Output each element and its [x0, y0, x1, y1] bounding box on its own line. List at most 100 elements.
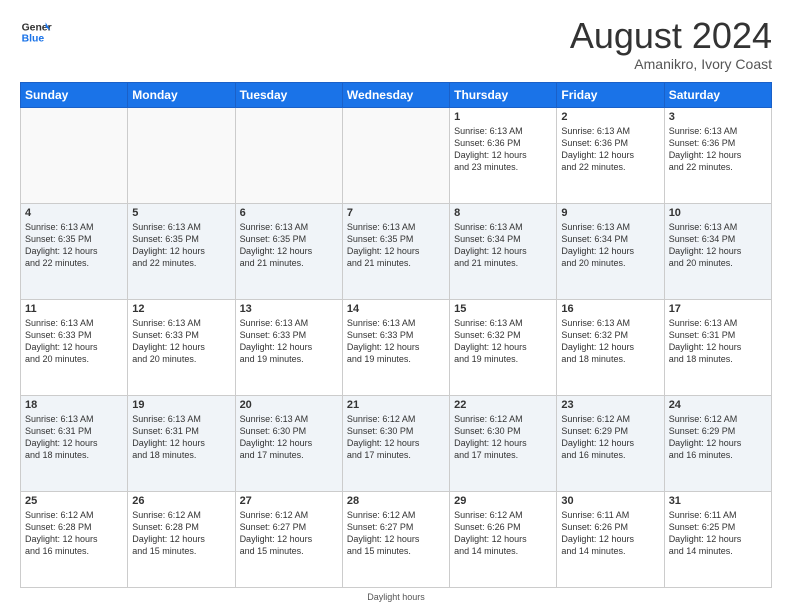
calendar-cell: 18Sunrise: 6:13 AM Sunset: 6:31 PM Dayli…	[21, 395, 128, 491]
day-number: 27	[240, 495, 338, 507]
day-info: Sunrise: 6:13 AM Sunset: 6:33 PM Dayligh…	[25, 317, 123, 366]
day-info: Sunrise: 6:12 AM Sunset: 6:27 PM Dayligh…	[347, 509, 445, 558]
calendar-cell: 22 Sunrise: 6:12 AM Sunset: 6:30 PM Dayli…	[450, 395, 557, 491]
calendar-cell: 6 Sunrise: 6:13 AM Sunset: 6:35 PM Daylig…	[235, 203, 342, 299]
day-info: Sunrise: 6:12 AM Sunset: 6:27 PM Dayligh…	[240, 509, 338, 558]
day-info: Sunrise: 6:13 AM Sunset: 6:33 PM Dayligh…	[132, 317, 230, 366]
calendar-cell: 14Sunrise: 6:13 AM Sunset: 6:33 PM Dayli…	[342, 299, 449, 395]
day-info: Sunrise: 6:11 AM Sunset: 6:26 PM Dayligh…	[561, 509, 659, 558]
day-number: 7	[347, 207, 445, 219]
day-info: Sunrise: 6:12 AM Sunset: 6:28 PM Dayligh…	[132, 509, 230, 558]
calendar-cell: 25 Sunrise: 6:12 AM Sunset: 6:28 PM Dayli…	[21, 491, 128, 587]
logo-icon: General Blue	[20, 16, 52, 48]
day-info: Sunrise: 6:12 AM Sunset: 6:30 PM Dayligh…	[454, 413, 552, 462]
footer: Daylight hours	[20, 592, 772, 602]
day-number: 22	[454, 399, 552, 411]
calendar-cell: 5Sunrise: 6:13 AM Sunset: 6:35 PM Daylig…	[128, 203, 235, 299]
calendar-cell: 1 Sunrise: 6:13 AM Sunset: 6:36 PM Daylig…	[450, 107, 557, 203]
day-number: 20	[240, 399, 338, 411]
calendar-cell: 21 Sunrise: 6:12 AM Sunset: 6:30 PM Dayli…	[342, 395, 449, 491]
calendar-cell: 2 Sunrise: 6:13 AM Sunset: 6:36 PM Daylig…	[557, 107, 664, 203]
subtitle: Amanikro, Ivory Coast	[570, 56, 772, 72]
day-header-saturday: Saturday	[664, 82, 771, 107]
day-number: 30	[561, 495, 659, 507]
day-number: 24	[669, 399, 767, 411]
day-info: Sunrise: 6:13 AM Sunset: 6:30 PM Dayligh…	[240, 413, 338, 462]
day-number: 26	[132, 495, 230, 507]
day-info: Sunrise: 6:13 AM Sunset: 6:31 PM Dayligh…	[132, 413, 230, 462]
calendar-cell: 8 Sunrise: 6:13 AM Sunset: 6:34 PM Daylig…	[450, 203, 557, 299]
calendar-cell: 20 Sunrise: 6:13 AM Sunset: 6:30 PM Dayli…	[235, 395, 342, 491]
day-header-sunday: Sunday	[21, 82, 128, 107]
day-info: Sunrise: 6:13 AM Sunset: 6:35 PM Dayligh…	[240, 221, 338, 270]
svg-text:Blue: Blue	[22, 34, 45, 45]
day-header-wednesday: Wednesday	[342, 82, 449, 107]
month-title: August 2024	[570, 16, 772, 56]
day-number: 28	[347, 495, 445, 507]
calendar-cell	[21, 107, 128, 203]
calendar-cell: 9 Sunrise: 6:13 AM Sunset: 6:34 PM Daylig…	[557, 203, 664, 299]
day-number: 15	[454, 303, 552, 315]
day-number: 5	[132, 207, 230, 219]
day-number: 3	[669, 111, 767, 123]
day-number: 16	[561, 303, 659, 315]
day-header-friday: Friday	[557, 82, 664, 107]
day-info: Sunrise: 6:13 AM Sunset: 6:31 PM Dayligh…	[669, 317, 767, 366]
day-info: Sunrise: 6:12 AM Sunset: 6:26 PM Dayligh…	[454, 509, 552, 558]
calendar-cell: 16 Sunrise: 6:13 AM Sunset: 6:32 PM Dayli…	[557, 299, 664, 395]
header: General Blue August 2024 Amanikro, Ivory…	[20, 16, 772, 72]
day-info: Sunrise: 6:12 AM Sunset: 6:29 PM Dayligh…	[669, 413, 767, 462]
title-block: August 2024 Amanikro, Ivory Coast	[570, 16, 772, 72]
day-number: 8	[454, 207, 552, 219]
day-number: 25	[25, 495, 123, 507]
day-info: Sunrise: 6:12 AM Sunset: 6:30 PM Dayligh…	[347, 413, 445, 462]
day-info: Sunrise: 6:13 AM Sunset: 6:33 PM Dayligh…	[240, 317, 338, 366]
calendar-cell: 7 Sunrise: 6:13 AM Sunset: 6:35 PM Daylig…	[342, 203, 449, 299]
day-number: 2	[561, 111, 659, 123]
day-info: Sunrise: 6:12 AM Sunset: 6:29 PM Dayligh…	[561, 413, 659, 462]
day-number: 17	[669, 303, 767, 315]
day-header-monday: Monday	[128, 82, 235, 107]
calendar-cell: 30 Sunrise: 6:11 AM Sunset: 6:26 PM Dayli…	[557, 491, 664, 587]
calendar-cell: 12 Sunrise: 6:13 AM Sunset: 6:33 PM Dayli…	[128, 299, 235, 395]
day-info: Sunrise: 6:13 AM Sunset: 6:35 PM Dayligh…	[347, 221, 445, 270]
calendar-cell: 19 Sunrise: 6:13 AM Sunset: 6:31 PM Dayli…	[128, 395, 235, 491]
day-info: Sunrise: 6:13 AM Sunset: 6:34 PM Dayligh…	[669, 221, 767, 270]
calendar-cell: 3 Sunrise: 6:13 AM Sunset: 6:36 PM Daylig…	[664, 107, 771, 203]
day-number: 21	[347, 399, 445, 411]
day-info: Sunrise: 6:13 AM Sunset: 6:36 PM Dayligh…	[454, 125, 552, 174]
day-info: Sunrise: 6:13 AM Sunset: 6:34 PM Dayligh…	[454, 221, 552, 270]
day-info: Sunrise: 6:13 AM Sunset: 6:36 PM Dayligh…	[561, 125, 659, 174]
calendar-cell: 15 Sunrise: 6:13 AM Sunset: 6:32 PM Dayli…	[450, 299, 557, 395]
day-info: Sunrise: 6:13 AM Sunset: 6:36 PM Dayligh…	[669, 125, 767, 174]
day-info: Sunrise: 6:13 AM Sunset: 6:35 PM Dayligh…	[25, 221, 123, 270]
calendar-cell: 17 Sunrise: 6:13 AM Sunset: 6:31 PM Dayli…	[664, 299, 771, 395]
day-info: Sunrise: 6:13 AM Sunset: 6:34 PM Dayligh…	[561, 221, 659, 270]
day-header-tuesday: Tuesday	[235, 82, 342, 107]
day-number: 13	[240, 303, 338, 315]
calendar-cell: 29Sunrise: 6:12 AM Sunset: 6:26 PM Dayli…	[450, 491, 557, 587]
day-number: 12	[132, 303, 230, 315]
day-number: 1	[454, 111, 552, 123]
day-number: 9	[561, 207, 659, 219]
day-header-thursday: Thursday	[450, 82, 557, 107]
day-number: 11	[25, 303, 123, 315]
day-number: 19	[132, 399, 230, 411]
calendar-cell	[342, 107, 449, 203]
calendar-cell: 23Sunrise: 6:12 AM Sunset: 6:29 PM Dayli…	[557, 395, 664, 491]
calendar-cell: 28 Sunrise: 6:12 AM Sunset: 6:27 PM Dayli…	[342, 491, 449, 587]
day-number: 6	[240, 207, 338, 219]
calendar-cell	[128, 107, 235, 203]
day-info: Sunrise: 6:12 AM Sunset: 6:28 PM Dayligh…	[25, 509, 123, 558]
calendar: SundayMondayTuesdayWednesdayThursdayFrid…	[20, 82, 772, 588]
day-number: 4	[25, 207, 123, 219]
logo: General Blue	[20, 16, 52, 48]
calendar-cell: 13 Sunrise: 6:13 AM Sunset: 6:33 PM Dayli…	[235, 299, 342, 395]
page: General Blue August 2024 Amanikro, Ivory…	[0, 0, 792, 612]
day-info: Sunrise: 6:13 AM Sunset: 6:33 PM Dayligh…	[347, 317, 445, 366]
day-info: Sunrise: 6:13 AM Sunset: 6:31 PM Dayligh…	[25, 413, 123, 462]
day-info: Sunrise: 6:13 AM Sunset: 6:32 PM Dayligh…	[561, 317, 659, 366]
calendar-cell: 26 Sunrise: 6:12 AM Sunset: 6:28 PM Dayli…	[128, 491, 235, 587]
calendar-cell	[235, 107, 342, 203]
day-info: Sunrise: 6:13 AM Sunset: 6:32 PM Dayligh…	[454, 317, 552, 366]
